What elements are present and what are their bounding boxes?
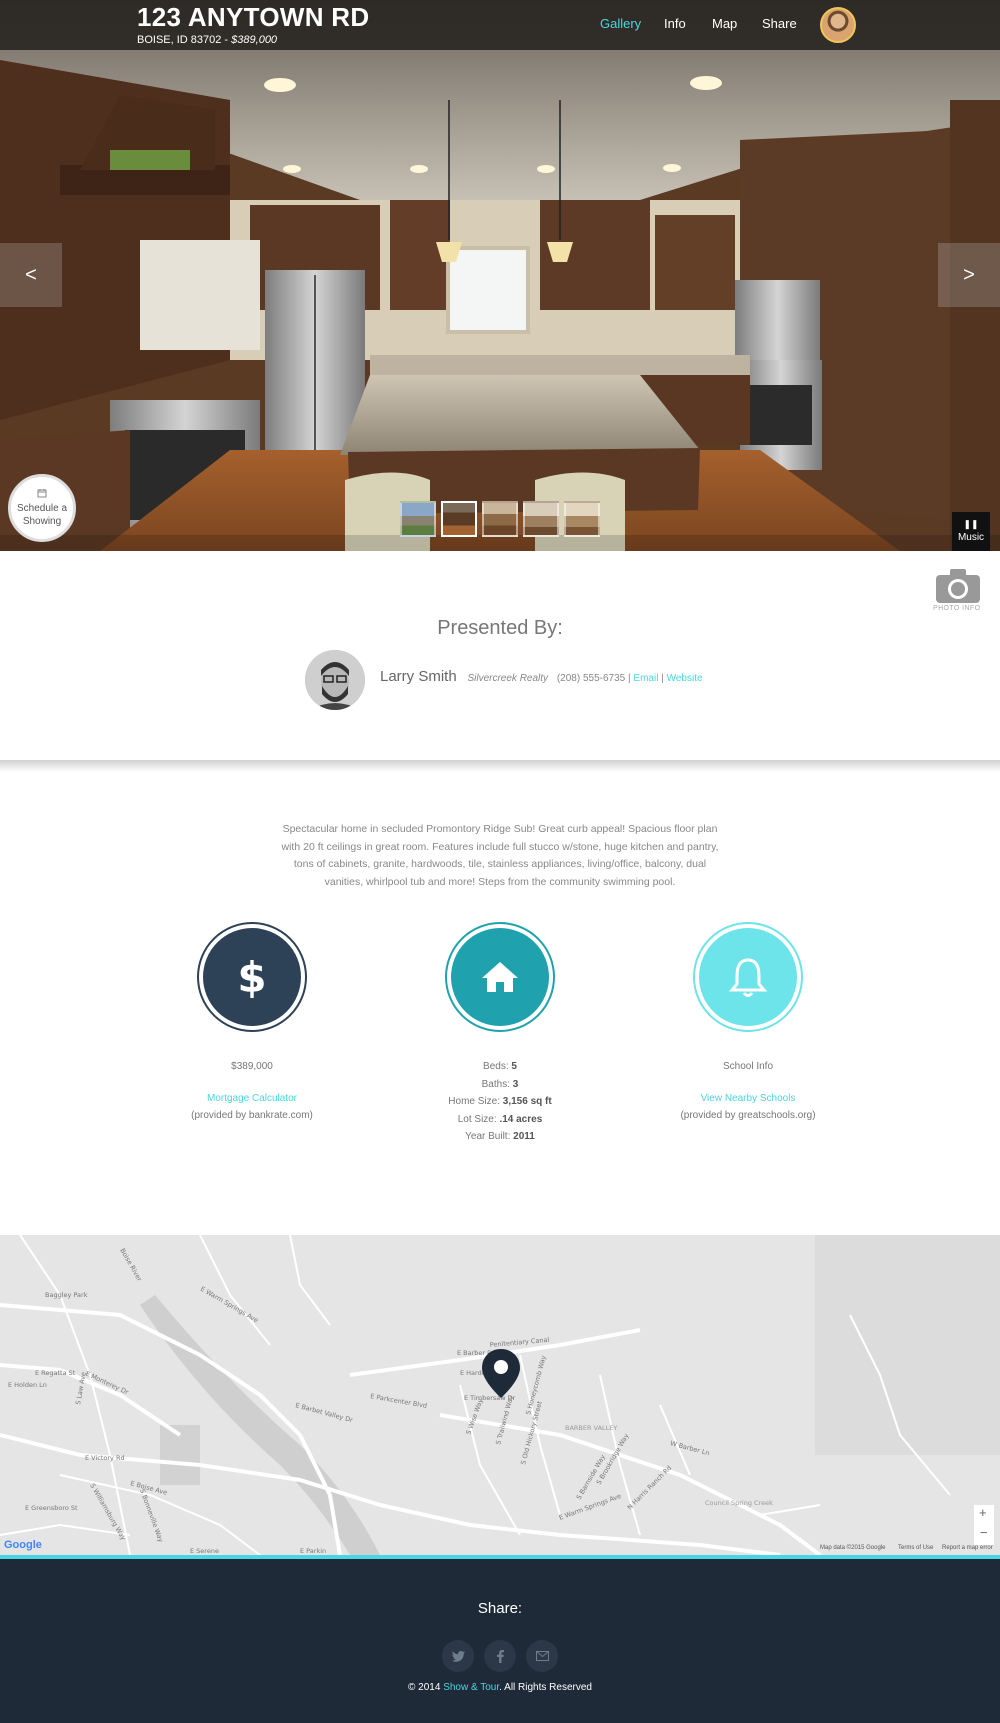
agent-info: Larry Smith Silvercreek Realty (208) 555… bbox=[380, 668, 703, 685]
map-data-credit: Map data ©2015 Google bbox=[820, 1545, 886, 1551]
top-bar: 123 ANYTOWN RD BOISE, ID 83702 - $389,00… bbox=[0, 0, 1000, 50]
school-feature-text: School Info View Nearby Schools (provide… bbox=[648, 1058, 848, 1125]
copyright-suffix: . All Rights Reserved bbox=[499, 1682, 592, 1693]
beds-row: Beds: 5 bbox=[400, 1058, 600, 1076]
music-toggle-button[interactable]: ❚❚ Music bbox=[952, 512, 990, 551]
zoom-out-button[interactable]: − bbox=[980, 1525, 988, 1540]
photo-info-label[interactable]: PHOTO INFO bbox=[933, 605, 980, 612]
dollar-icon: $ bbox=[203, 928, 301, 1026]
nav-share[interactable]: Share bbox=[762, 16, 797, 31]
price-value: $389,000 bbox=[231, 1061, 273, 1072]
map-label: Council Spring Creek bbox=[705, 1499, 773, 1507]
terms-link[interactable]: Terms of Use bbox=[898, 1545, 933, 1551]
school-info-label: School Info bbox=[722, 1061, 774, 1072]
show-and-tour-link[interactable]: Show & Tour bbox=[443, 1682, 499, 1693]
map-label: E Parkin bbox=[300, 1547, 326, 1555]
section-divider bbox=[0, 760, 1000, 772]
property-price: $389,000 bbox=[231, 34, 278, 46]
map-label: Baggley Park bbox=[45, 1291, 88, 1299]
year-value: 2011 bbox=[513, 1131, 535, 1143]
footer: Share: © 2014 Show & Tour. All Rights Re… bbox=[0, 1559, 1000, 1723]
schedule-label-line1: Schedule a bbox=[16, 503, 68, 514]
presented-by-heading: Presented By: bbox=[437, 617, 563, 639]
bell-icon bbox=[699, 928, 797, 1026]
calendar-icon bbox=[37, 488, 47, 502]
beds-label: Beds: bbox=[483, 1061, 509, 1072]
year-row: Year Built: 2011 bbox=[400, 1128, 600, 1146]
svg-text:$: $ bbox=[237, 953, 266, 1002]
baths-value: 3 bbox=[512, 1078, 519, 1090]
baths-row: Baths: 3 bbox=[400, 1076, 600, 1094]
kitchen-photo bbox=[0, 0, 1000, 551]
lot-row: Lot Size: .14 acres bbox=[400, 1111, 600, 1129]
school-feature-circle bbox=[693, 922, 803, 1032]
home-icon bbox=[451, 928, 549, 1026]
price-feature-circle: $ bbox=[197, 922, 307, 1032]
property-map[interactable]: E Barber Dr E Warm Springs Ave E Parkcen… bbox=[0, 1235, 1000, 1555]
map-label: E Victory Rd bbox=[85, 1454, 125, 1462]
agent-website-link[interactable]: Website bbox=[667, 673, 703, 684]
twitter-icon[interactable] bbox=[442, 1640, 474, 1672]
property-description: Spectacular home in secluded Promontory … bbox=[281, 823, 719, 888]
home-feature-text: Beds: 5 Baths: 3 Home Size: 3,156 sq ft … bbox=[400, 1058, 600, 1146]
bankrate-provider: (provided by bankrate.com) bbox=[191, 1110, 313, 1122]
size-row: Home Size: 3,156 sq ft bbox=[400, 1093, 600, 1111]
thumbnail-4[interactable] bbox=[523, 501, 559, 537]
beds-value: 5 bbox=[511, 1061, 517, 1072]
agent-email-link[interactable]: Email bbox=[633, 673, 658, 684]
home-feature-circle bbox=[445, 922, 555, 1032]
property-title: 123 ANYTOWN RD bbox=[137, 2, 370, 32]
lot-value: .14 acres bbox=[499, 1113, 543, 1125]
thumbnail-2[interactable] bbox=[441, 501, 477, 537]
nav-info[interactable]: Info bbox=[664, 16, 686, 31]
property-address: BOISE, ID 83702 - bbox=[137, 34, 229, 46]
map-label: E Greensboro St bbox=[25, 1504, 78, 1512]
share-heading: Share: bbox=[477, 1600, 523, 1617]
thumbnail-5[interactable] bbox=[564, 501, 600, 537]
map-label: E Holden Ln bbox=[8, 1381, 47, 1389]
lot-label: Lot Size: bbox=[457, 1113, 497, 1125]
map-label: E Regatta St bbox=[35, 1369, 76, 1377]
hero-gallery: 123 ANYTOWN RD BOISE, ID 83702 - $389,00… bbox=[0, 0, 1000, 551]
pause-icon: ❚❚ bbox=[963, 519, 979, 529]
thumbnail-strip bbox=[400, 501, 600, 537]
nav-gallery[interactable]: Gallery bbox=[600, 16, 641, 31]
schedule-label-line2: Showing bbox=[22, 516, 62, 527]
thumbnail-3[interactable] bbox=[482, 501, 518, 537]
price-feature-text: $389,000 Mortgage Calculator (provided b… bbox=[152, 1058, 352, 1125]
view-nearby-schools-link[interactable]: View Nearby Schools bbox=[648, 1090, 848, 1108]
google-logo: Google bbox=[4, 1539, 42, 1551]
agent-name: Larry Smith bbox=[380, 668, 457, 685]
thumbnail-1[interactable] bbox=[400, 501, 436, 537]
agent-phone: (208) 555-6735 bbox=[556, 673, 626, 684]
map-label: E Serene bbox=[190, 1547, 219, 1555]
agent-avatar[interactable] bbox=[820, 7, 856, 43]
year-label: Year Built: bbox=[465, 1131, 511, 1143]
baths-label: Baths: bbox=[481, 1078, 510, 1090]
camera-icon[interactable] bbox=[934, 567, 982, 610]
greatschools-provider: (provided by greatschools.org) bbox=[680, 1110, 816, 1122]
property-subtitle: BOISE, ID 83702 - $389,000 bbox=[137, 34, 277, 46]
map-label: BARBER VALLEY bbox=[565, 1424, 617, 1432]
report-map-error-link[interactable]: Report a map error bbox=[942, 1545, 993, 1551]
copyright-prefix: © 2014 bbox=[408, 1682, 441, 1693]
size-value: 3,156 sq ft bbox=[502, 1096, 552, 1108]
email-icon[interactable] bbox=[526, 1640, 558, 1672]
agent-company: Silvercreek Realty bbox=[467, 673, 549, 684]
mortgage-calculator-link[interactable]: Mortgage Calculator bbox=[152, 1090, 352, 1108]
copyright: © 2014 Show & Tour. All Rights Reserved bbox=[0, 1682, 1000, 1693]
agent-photo bbox=[305, 650, 365, 710]
gallery-prev-button[interactable]: < bbox=[0, 243, 62, 307]
schedule-showing-button[interactable]: Schedule a Showing bbox=[8, 474, 76, 542]
size-label: Home Size: bbox=[448, 1096, 500, 1108]
nav-map[interactable]: Map bbox=[712, 16, 737, 31]
zoom-in-button[interactable]: + bbox=[979, 1505, 987, 1520]
gallery-next-button[interactable]: > bbox=[938, 243, 1000, 307]
music-label: Music bbox=[957, 532, 985, 543]
map-canvas[interactable]: E Barber Dr E Warm Springs Ave E Parkcen… bbox=[0, 1235, 1000, 1555]
facebook-icon[interactable] bbox=[484, 1640, 516, 1672]
